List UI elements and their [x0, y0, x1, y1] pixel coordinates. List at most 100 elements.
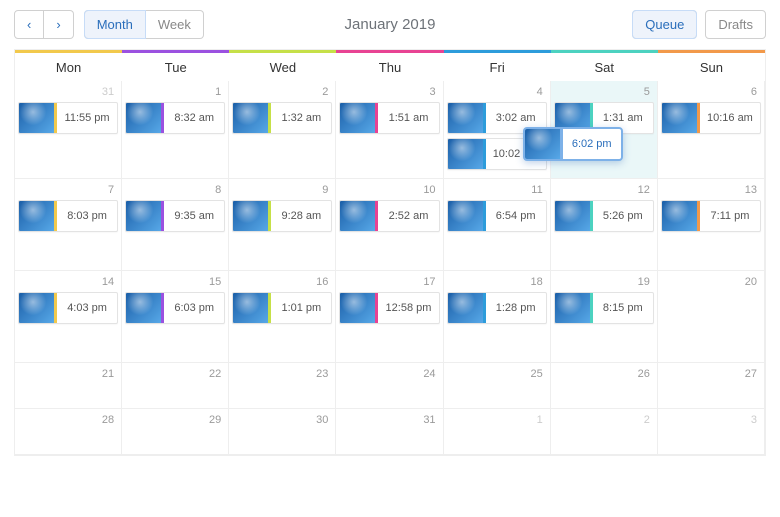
day-cell[interactable]: 3 [658, 409, 765, 455]
calendar-event[interactable]: 1:51 am [339, 102, 439, 134]
event-time: 6:54 pm [486, 201, 546, 231]
day-cell[interactable]: 610:16 am [658, 81, 765, 179]
calendar-event[interactable]: 4:03 pm [18, 292, 118, 324]
calendar-event[interactable]: 5:26 pm [554, 200, 654, 232]
date-number: 14 [18, 274, 118, 292]
calendar-header-row: MonTueWedThuFriSatSun [15, 50, 765, 81]
day-cell[interactable]: 156:03 pm [122, 271, 229, 363]
day-cell[interactable]: 28 [15, 409, 122, 455]
date-number: 20 [661, 274, 761, 292]
day-cell[interactable]: 51:31 am6:02 pm [551, 81, 658, 179]
event-thumbnail [233, 201, 268, 231]
date-number: 9 [232, 182, 332, 200]
day-cell[interactable]: 20 [658, 271, 765, 363]
day-cell[interactable]: 30 [229, 409, 336, 455]
day-cell[interactable]: 3111:55 pm [15, 81, 122, 179]
calendar-event[interactable]: 11:55 pm [18, 102, 118, 134]
calendar-event[interactable]: 10:16 am [661, 102, 761, 134]
day-cell[interactable]: 23 [229, 363, 336, 409]
event-thumbnail [19, 103, 54, 133]
calendar-event[interactable]: 8:15 pm [554, 292, 654, 324]
date-number: 3 [339, 84, 439, 102]
day-cell[interactable]: 137:11 pm [658, 179, 765, 271]
day-cell[interactable]: 99:28 am [229, 179, 336, 271]
calendar-event[interactable]: 12:58 pm [339, 292, 439, 324]
calendar: MonTueWedThuFriSatSun 3111:55 pm18:32 am… [14, 49, 766, 456]
calendar-event[interactable]: 1:01 pm [232, 292, 332, 324]
day-cell[interactable]: 144:03 pm [15, 271, 122, 363]
day-cell[interactable]: 18:32 am [122, 81, 229, 179]
event-thumbnail [340, 293, 375, 323]
day-cell[interactable]: 31 [336, 409, 443, 455]
day-cell[interactable]: 161:01 pm [229, 271, 336, 363]
calendar-event-dragging[interactable]: 6:02 pm [523, 127, 623, 161]
day-cell[interactable]: 21:32 am [229, 81, 336, 179]
nav-arrows: ‹ › [14, 10, 74, 39]
queue-button[interactable]: Queue [632, 10, 697, 39]
event-time: 8:03 pm [57, 201, 117, 231]
day-header: Tue [122, 50, 229, 81]
event-time: 12:58 pm [378, 293, 438, 323]
calendar-body: 3111:55 pm18:32 am21:32 am31:51 am43:02 … [15, 81, 765, 455]
next-button[interactable]: › [44, 10, 73, 39]
prev-button[interactable]: ‹ [14, 10, 44, 39]
event-time: 6:02 pm [563, 129, 621, 159]
event-thumbnail [340, 103, 375, 133]
day-cell[interactable]: 181:28 pm [444, 271, 551, 363]
calendar-event[interactable]: 7:11 pm [661, 200, 761, 232]
event-thumbnail [662, 201, 697, 231]
calendar-event[interactable]: 6:03 pm [125, 292, 225, 324]
day-cell[interactable]: 29 [122, 409, 229, 455]
calendar-event[interactable]: 8:03 pm [18, 200, 118, 232]
event-time: 7:11 pm [700, 201, 760, 231]
day-cell[interactable]: 24 [336, 363, 443, 409]
event-thumbnail [448, 293, 483, 323]
calendar-event[interactable]: 6:54 pm [447, 200, 547, 232]
day-cell[interactable]: 102:52 am [336, 179, 443, 271]
view-month-button[interactable]: Month [84, 10, 146, 39]
date-number: 31 [339, 412, 439, 430]
date-number: 21 [18, 366, 118, 384]
date-number: 18 [447, 274, 547, 292]
day-cell[interactable]: 125:26 pm [551, 179, 658, 271]
day-cell[interactable]: 2 [551, 409, 658, 455]
day-cell[interactable]: 1712:58 pm [336, 271, 443, 363]
day-cell[interactable]: 1 [444, 409, 551, 455]
calendar-event[interactable]: 2:52 am [339, 200, 439, 232]
date-number: 31 [18, 84, 118, 102]
day-cell[interactable]: 22 [122, 363, 229, 409]
event-time: 1:01 pm [271, 293, 331, 323]
date-number: 4 [447, 84, 547, 102]
day-cell[interactable]: 198:15 pm [551, 271, 658, 363]
day-cell[interactable]: 25 [444, 363, 551, 409]
calendar-event[interactable]: 9:35 am [125, 200, 225, 232]
week-row: 21222324 252627 [15, 363, 765, 409]
day-cell[interactable]: 31:51 am [336, 81, 443, 179]
event-thumbnail [19, 201, 54, 231]
day-header: Sun [658, 50, 765, 81]
calendar-event[interactable]: 8:32 am [125, 102, 225, 134]
event-time: 1:51 am [378, 103, 438, 133]
day-cell[interactable]: 26 [551, 363, 658, 409]
date-number: 11 [447, 182, 547, 200]
event-time: 6:03 pm [164, 293, 224, 323]
day-cell[interactable]: 78:03 pm [15, 179, 122, 271]
toolbar: ‹ › Month Week January 2019 Queue Drafts [0, 0, 780, 49]
date-number: 6 [661, 84, 761, 102]
calendar-event[interactable]: 9:28 am [232, 200, 332, 232]
day-header: Thu [336, 50, 443, 81]
calendar-event[interactable]: 1:32 am [232, 102, 332, 134]
calendar-event[interactable]: 1:28 pm [447, 292, 547, 324]
day-cell[interactable]: 27 [658, 363, 765, 409]
view-week-button[interactable]: Week [146, 10, 204, 39]
event-time: 1:32 am [271, 103, 331, 133]
event-time: 4:03 pm [57, 293, 117, 323]
event-thumbnail [555, 201, 590, 231]
day-cell[interactable]: 21 [15, 363, 122, 409]
date-number: 2 [232, 84, 332, 102]
day-cell[interactable]: 89:35 am [122, 179, 229, 271]
drafts-button[interactable]: Drafts [705, 10, 766, 39]
date-number: 5 [554, 84, 654, 102]
date-number: 24 [339, 366, 439, 384]
day-cell[interactable]: 116:54 pm [444, 179, 551, 271]
